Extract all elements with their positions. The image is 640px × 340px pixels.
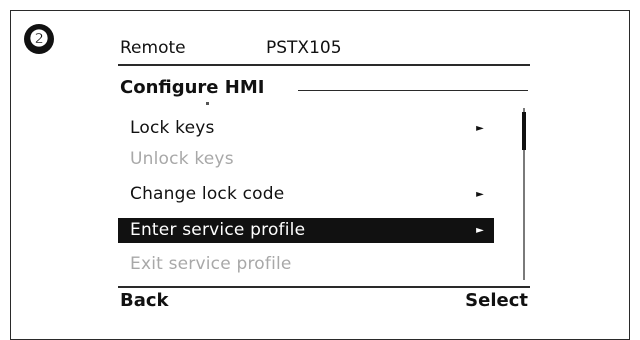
submenu-arrow-icon: ► xyxy=(476,225,484,236)
menu-item-label: Exit service profile xyxy=(130,254,292,274)
menu-item-enter-service-profile[interactable]: Enter service profile ► xyxy=(118,218,494,243)
submenu-arrow-icon: ► xyxy=(476,189,484,200)
submenu-arrow-icon: ► xyxy=(476,123,484,134)
menu-item-exit-service-profile: Exit service profile xyxy=(118,252,494,277)
menu-item-label: Lock keys xyxy=(130,118,215,138)
menu-item-label: Unlock keys xyxy=(130,149,234,169)
menu-title: Configure HMI xyxy=(120,77,265,98)
title-rule xyxy=(298,90,528,91)
remote-label: Remote xyxy=(120,38,186,58)
header-divider xyxy=(118,64,530,66)
step-number-badge: ❷ xyxy=(24,24,54,54)
menu-item-label: Enter service profile xyxy=(130,220,306,240)
back-softkey[interactable]: Back xyxy=(120,290,169,312)
menu-item-change-lock-code[interactable]: Change lock code ► xyxy=(118,182,494,207)
menu-item-label: Change lock code xyxy=(130,184,285,204)
scrollbar-thumb[interactable] xyxy=(522,112,526,150)
menu-item-unlock-keys: Unlock keys xyxy=(118,147,494,172)
select-softkey[interactable]: Select xyxy=(465,290,528,312)
screen-artifact-dot xyxy=(206,102,209,105)
footer-divider xyxy=(118,286,530,288)
menu-item-lock-keys[interactable]: Lock keys ► xyxy=(118,116,494,141)
device-name: PSTX105 xyxy=(266,38,342,58)
display-frame xyxy=(10,10,630,340)
